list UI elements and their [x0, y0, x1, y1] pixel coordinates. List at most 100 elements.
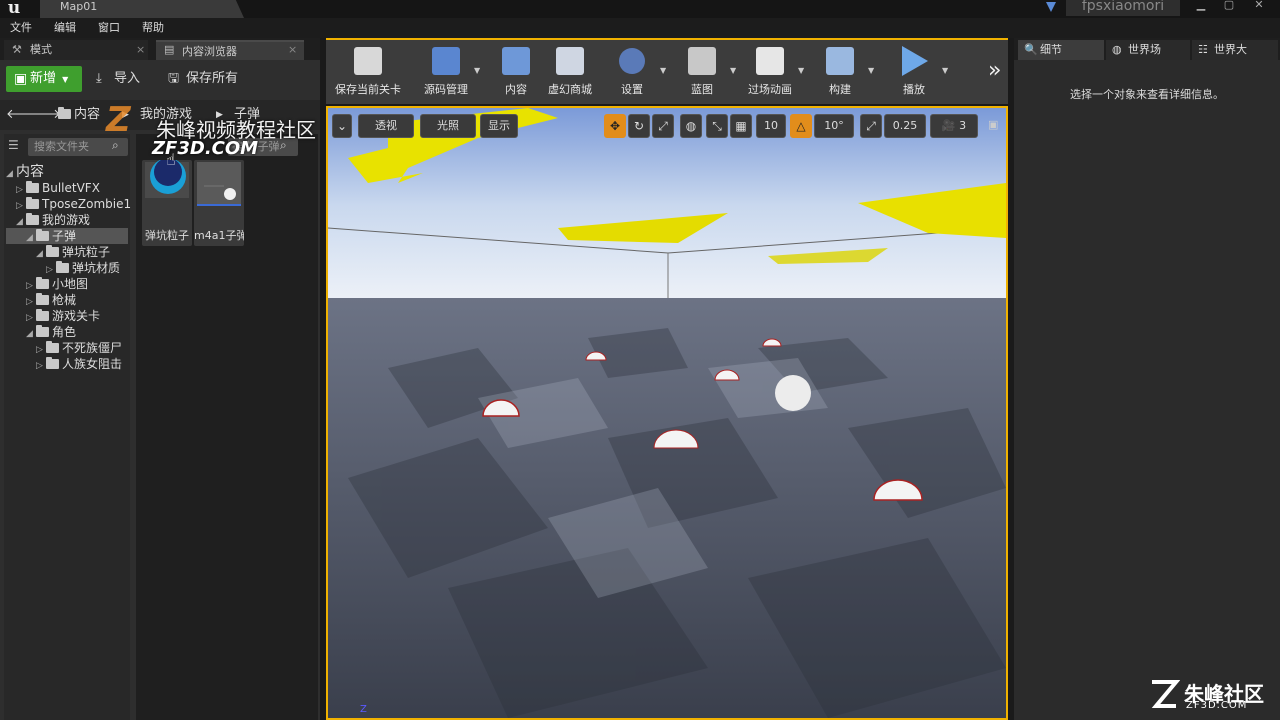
sources-toggle-icon[interactable]: ☰	[8, 138, 19, 152]
toolbar-button-label: 设置	[621, 83, 643, 96]
chevron-down-icon[interactable]: ▼	[942, 66, 948, 75]
tab-content-browser[interactable]: ▤ 内容浏览器	[156, 40, 304, 60]
surface-snap-icon[interactable]: ⤡	[706, 114, 728, 138]
import-button[interactable]: ⤓ 导入	[92, 66, 156, 92]
rotation-snap-label: 10°	[824, 119, 844, 132]
rotation-snap-icon[interactable]: △	[790, 114, 812, 138]
folder-icon	[26, 213, 39, 225]
folder-tree-item[interactable]: ▷ 弹坑材质	[6, 260, 128, 276]
scale-snap-value[interactable]: 0.25	[884, 114, 926, 138]
content-icon	[502, 47, 530, 75]
scale-snap-icon[interactable]: ⤢	[860, 114, 882, 138]
folder-tree-item[interactable]: ◢ 内容	[6, 164, 128, 180]
menu-file[interactable]: 文件	[10, 18, 32, 38]
folder-tree-item[interactable]: ▷ 枪械	[6, 292, 128, 308]
maximize-viewport-icon[interactable]: ▣	[988, 118, 998, 131]
perspective-button[interactable]: 透视	[358, 114, 414, 138]
chevron-down-icon[interactable]: ▼	[868, 66, 874, 75]
toolbar-button-label: 播放	[903, 83, 925, 96]
tab-world-outliner[interactable]: ☷ 世界大	[1192, 40, 1278, 60]
import-label: 导入	[114, 71, 141, 86]
close-tab-content-icon[interactable]: ×	[288, 40, 297, 60]
collapsed-arrow-icon[interactable]: ▷	[36, 358, 46, 374]
toolbar-button-save[interactable]: 保存当前关卡	[330, 42, 406, 100]
mouse-cursor-icon: ☝	[166, 150, 176, 169]
folder-tree-label: 小地图	[52, 277, 89, 291]
folder-tree-item[interactable]: ◢ 角色	[6, 324, 128, 340]
tab-details[interactable]: 🔍 细节	[1018, 40, 1104, 60]
menu-bar	[0, 18, 1280, 38]
blueprint-thumbnail-icon	[197, 162, 241, 206]
folder-tree-label: 我的游戏	[42, 213, 91, 227]
menu-help[interactable]: 帮助	[142, 18, 164, 38]
close-window-button[interactable]: ✕	[1246, 0, 1272, 14]
folder-icon	[26, 197, 39, 209]
breadcrumb-root[interactable]: 内容	[58, 104, 100, 126]
folder-tree-item[interactable]: ◢ 我的游戏	[6, 212, 128, 228]
scale-snap-label: 0.25	[892, 119, 918, 132]
play-icon	[902, 46, 928, 76]
folder-tree-item[interactable]: ▷ 小地图	[6, 276, 128, 292]
folder-tree-item[interactable]: ▷ 不死族僵尸	[6, 340, 128, 356]
folder-tree-item[interactable]: ▷ BulletVFX	[6, 180, 128, 196]
folder-tree-label: 弹坑粒子	[62, 245, 111, 259]
folder-tree-label: 角色	[52, 325, 77, 339]
folder-tree-label: TposeZombie1	[42, 197, 132, 211]
toolbar-overflow-icon[interactable]: »	[988, 58, 1001, 83]
sphere-actor	[775, 375, 811, 411]
forward-arrow-icon[interactable]: 🡒	[26, 104, 61, 126]
rotate-tool-icon[interactable]: ↻	[628, 114, 650, 138]
world-local-icon[interactable]: ◍	[680, 114, 702, 138]
tab-modes[interactable]: ⚒ 模式	[4, 40, 148, 60]
asset-tile-m4a1-bullet[interactable]: m4a1子弹	[194, 160, 244, 246]
folder-tree-item[interactable]: ◢ 子弹	[6, 228, 128, 244]
rotation-snap-value[interactable]: 10°	[814, 114, 854, 138]
tab-content-browser-label: 内容浏览器	[182, 45, 237, 58]
map-tab[interactable]: Map01	[40, 0, 244, 18]
folder-icon	[36, 277, 49, 289]
folder-tree-item[interactable]: ▷ 人族女阻击	[6, 356, 128, 372]
level-viewport[interactable]: Z	[326, 106, 1008, 720]
save-all-button[interactable]: 🖫 保存所有	[164, 66, 254, 92]
lit-button[interactable]: 光照	[420, 114, 476, 138]
asset-tile-crater-particle[interactable]: 弹坑粒子	[142, 158, 192, 246]
menu-edit[interactable]: 编辑	[54, 18, 76, 38]
project-badge-icon	[1046, 2, 1056, 12]
outliner-icon: ☷	[1198, 43, 1208, 56]
tab-world-settings-label: 世界场	[1128, 43, 1161, 56]
folder-tree-item[interactable]: ▷ TposeZombie1	[6, 196, 132, 212]
translate-tool-icon[interactable]: ✥	[604, 114, 626, 138]
grid-snap-value[interactable]: 10	[756, 114, 786, 138]
toolbar-button-settings[interactable]: 设置	[594, 42, 670, 100]
folder-tree-label: 人族女阻击	[62, 357, 123, 371]
minimize-button[interactable]: ▁	[1188, 0, 1214, 14]
viewport-options-button[interactable]: ⌄	[332, 114, 352, 138]
grid-snap-icon[interactable]: ▦	[730, 114, 752, 138]
cinematics-icon	[756, 47, 784, 75]
unreal-logo-icon[interactable]: u	[2, 0, 26, 18]
toolbar-button-label: 蓝图	[691, 83, 713, 96]
toolbar-button-blueprint[interactable]: 蓝图	[664, 42, 740, 100]
show-button[interactable]: 显示	[480, 114, 518, 138]
project-name: fpsxiaomori	[1066, 0, 1180, 16]
toolbar-button-play[interactable]: 播放	[876, 42, 952, 100]
tab-world-settings[interactable]: ◍ 世界场	[1106, 40, 1190, 60]
folder-tree-item[interactable]: ▷ 游戏关卡	[6, 308, 128, 324]
asset-label: 弹坑粒子	[145, 229, 189, 242]
camera-icon: 🎥	[941, 119, 956, 132]
folder-icon	[58, 107, 71, 119]
camera-speed-button[interactable]: 🎥 3	[930, 114, 978, 138]
maximize-button[interactable]: ▢	[1216, 0, 1242, 14]
folder-tree-item[interactable]: ◢ 弹坑粒子	[6, 244, 128, 260]
folder-icon	[36, 325, 49, 337]
viewport-scene[interactable]: Z	[328, 108, 1006, 718]
show-label: 显示	[488, 119, 510, 132]
add-new-button[interactable]: ▣ 新增 ▼	[6, 66, 82, 92]
toolbar-button-cinematics[interactable]: 过场动画	[732, 42, 808, 100]
scale-tool-icon[interactable]: ⤢	[652, 114, 674, 138]
toolbar-button-build[interactable]: 构建	[802, 42, 878, 100]
menu-window[interactable]: 窗口	[98, 18, 120, 38]
perspective-label: 透视	[375, 119, 397, 132]
toolbar-button-source-control[interactable]: 源码管理	[408, 42, 484, 100]
close-tab-modes-icon[interactable]: ×	[136, 40, 145, 60]
